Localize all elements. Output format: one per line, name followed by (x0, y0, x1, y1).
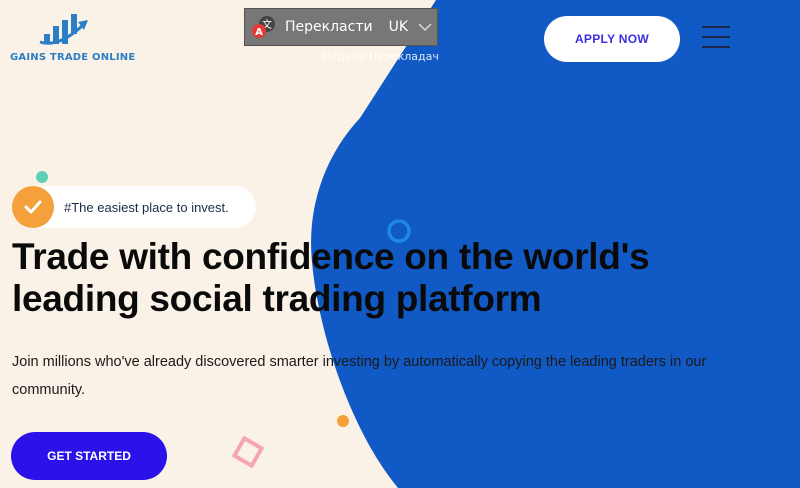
chevron-down-icon (418, 23, 432, 32)
hero-subtitle: Join millions who've already discovered … (12, 354, 707, 398)
tagline-text: #The easiest place to invest. (64, 199, 229, 215)
translate-widget: 文 A Перекласти UK (244, 8, 438, 46)
hero-title: Trade with confidence on the world's lea… (12, 236, 650, 319)
language-code: UK (388, 19, 409, 35)
translate-button[interactable]: Перекласти (285, 19, 373, 35)
orange-dot-decoration (337, 415, 349, 427)
hamburger-menu-icon[interactable] (702, 26, 730, 48)
apply-now-button[interactable]: APPLY NOW (544, 16, 680, 62)
get-started-button[interactable]: GET STARTED (11, 432, 167, 480)
translate-provider-note: Надано Перекладач (322, 50, 439, 63)
checkmark-icon (12, 186, 54, 228)
diamond-decoration (231, 435, 265, 469)
tagline-pill: #The easiest place to invest. (12, 186, 256, 228)
svg-text:A: A (255, 27, 263, 38)
brand-name: GAINS TRADE ONLINE (10, 52, 136, 63)
site-logo[interactable]: GAINS TRADE ONLINE (10, 10, 140, 70)
teal-dot-decoration (36, 171, 48, 183)
translate-icon[interactable]: 文 A (251, 14, 277, 40)
chart-bars-arrow-icon (39, 14, 88, 45)
language-select[interactable]: UK (381, 9, 440, 45)
